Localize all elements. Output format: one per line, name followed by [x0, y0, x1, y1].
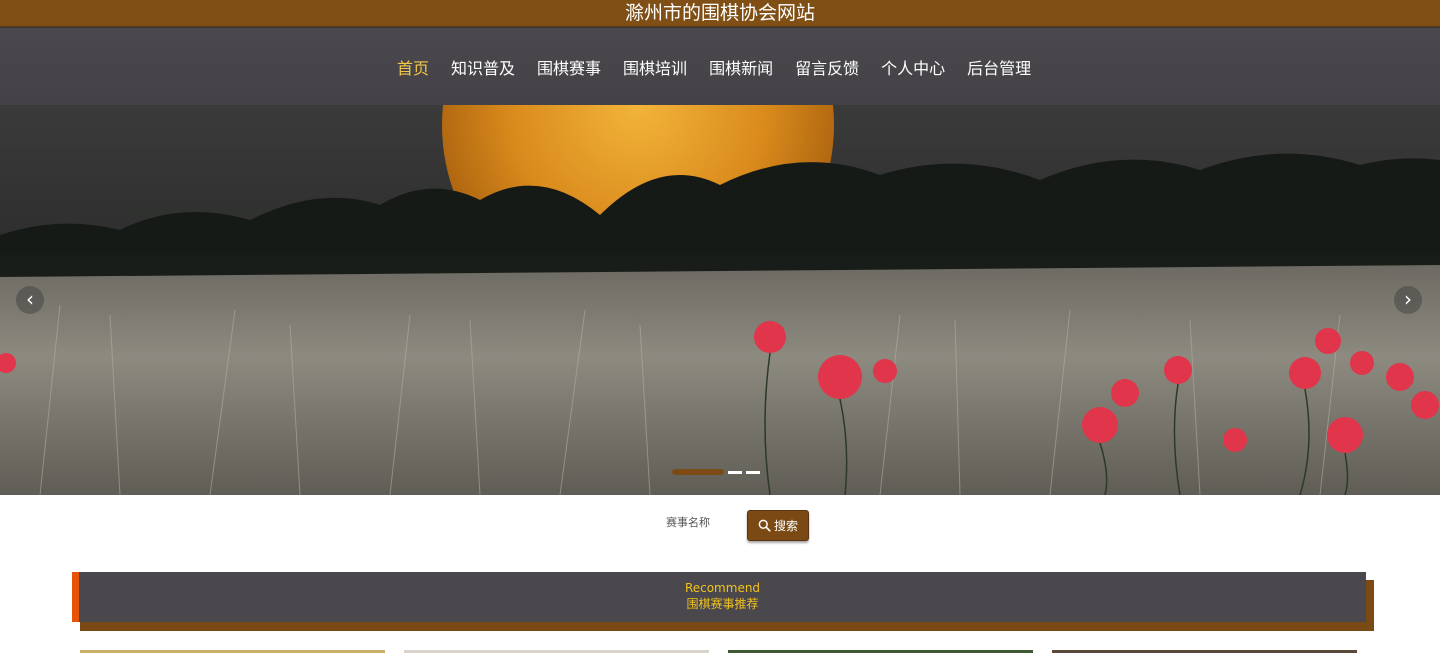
- carousel-indicator-3[interactable]: [746, 470, 760, 474]
- carousel-slide-image: [0, 105, 1440, 495]
- nav-item-feedback[interactable]: 留言反馈: [784, 55, 870, 79]
- nav-item-profile[interactable]: 个人中心: [870, 55, 956, 79]
- nav-item-news[interactable]: 围棋新闻: [698, 55, 784, 79]
- nav-item-competitions[interactable]: 围棋赛事: [526, 55, 612, 79]
- carousel-prev-button[interactable]: ‹: [16, 286, 44, 314]
- chevron-right-icon: ›: [1404, 287, 1412, 311]
- hero-carousel: ‹ ›: [0, 105, 1440, 495]
- competition-search-bar: 赛事名称 搜索: [0, 495, 1440, 555]
- nav-item-knowledge[interactable]: 知识普及: [440, 55, 526, 79]
- carousel-indicator-1[interactable]: [672, 469, 724, 475]
- carousel-next-button[interactable]: ›: [1394, 286, 1422, 314]
- nav-item-home[interactable]: 首页: [386, 55, 440, 79]
- chevron-left-icon: ‹: [26, 287, 34, 311]
- nav-item-training[interactable]: 围棋培训: [612, 55, 698, 79]
- recommend-title: 围棋赛事推荐: [686, 597, 759, 611]
- search-icon: [758, 519, 771, 532]
- carousel-indicator-2[interactable]: [728, 470, 742, 474]
- search-button-label: 搜索: [773, 519, 798, 533]
- nav-list: 首页 知识普及 围棋赛事 围棋培训 围棋新闻 留言反馈 个人中心 后台管理: [386, 54, 1042, 80]
- search-button[interactable]: 搜索: [747, 510, 809, 541]
- main-navbar: 首页 知识普及 围棋赛事 围棋培训 围棋新闻 留言反馈 个人中心 后台管理: [0, 27, 1440, 106]
- search-label: 赛事名称: [666, 516, 710, 529]
- recommend-subtitle: Recommend: [684, 581, 761, 595]
- nav-item-admin[interactable]: 后台管理: [956, 55, 1042, 79]
- carousel-indicators: [672, 469, 760, 475]
- site-title-bar: 滁州市的围棋协会网站: [0, 0, 1440, 27]
- site-title: 滁州市的围棋协会网站: [624, 2, 815, 24]
- recommend-section-header: Recommend 围棋赛事推荐: [72, 572, 1366, 622]
